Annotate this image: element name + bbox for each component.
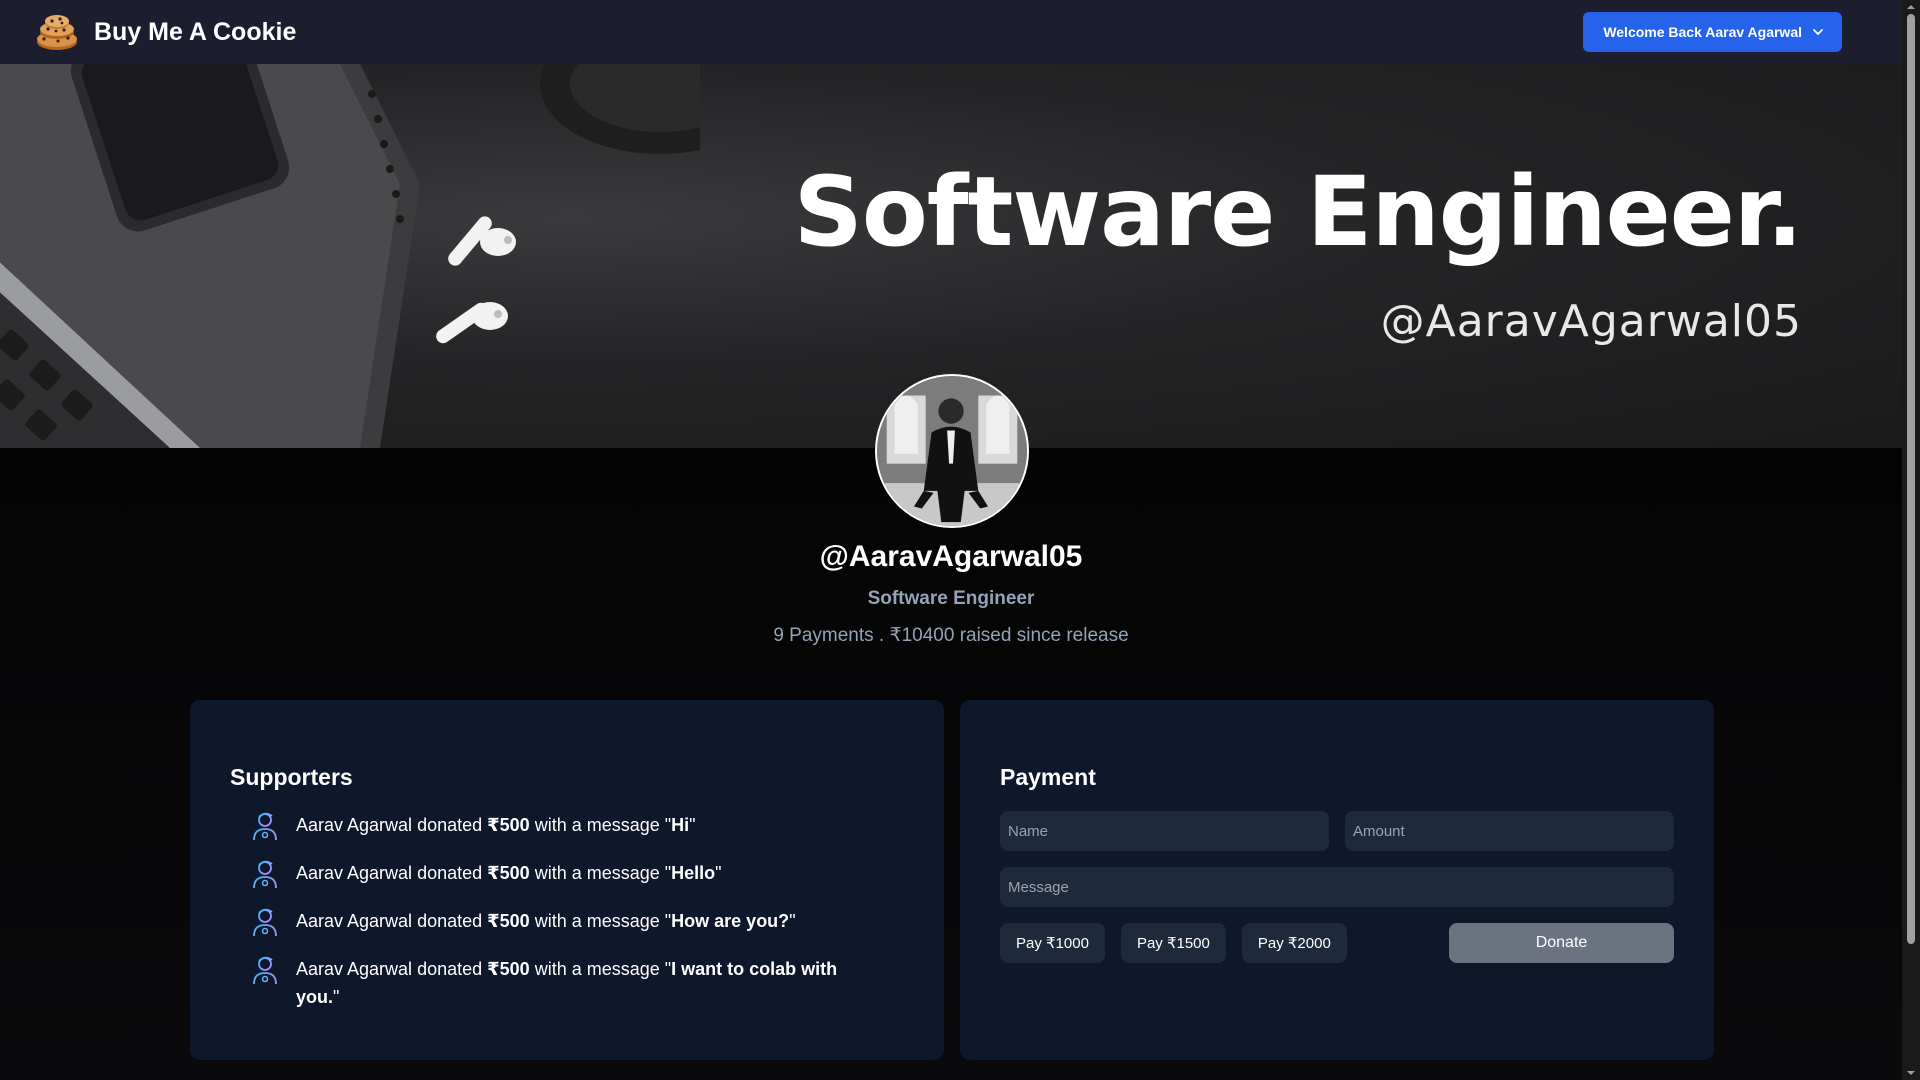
profile-stats: 9 Payments . ₹10400 raised since release bbox=[773, 625, 1129, 646]
pay-1500-button[interactable]: Pay ₹1500 bbox=[1120, 923, 1226, 963]
supporter-message-prefix: with a message " bbox=[529, 911, 672, 931]
supporter-amount: ₹500 bbox=[487, 815, 530, 835]
supporter-message-suffix: " bbox=[689, 815, 696, 835]
cover-handle: @AaravAgarwal05 bbox=[1380, 296, 1802, 347]
brand-name: Buy Me A Cookie bbox=[94, 17, 297, 46]
supporters-title: Supporters bbox=[230, 764, 353, 790]
supporter-avatar-icon bbox=[253, 860, 277, 889]
supporter-message: Hi bbox=[671, 815, 690, 835]
supporter-avatar-icon bbox=[253, 908, 277, 937]
supporter-donated-text: donated bbox=[412, 863, 488, 883]
amount-input[interactable] bbox=[1345, 811, 1674, 851]
supporter-message-suffix: " bbox=[789, 911, 796, 931]
supporter-text: Aarav Agarwal donated ₹500 with a messag… bbox=[296, 907, 796, 935]
user-menu-button[interactable]: Welcome Back Aarav Agarwal bbox=[1583, 12, 1842, 52]
payment-card: Payment Pay ₹1000 Pay ₹1500 Pay ₹2000 Do… bbox=[960, 700, 1714, 1060]
supporters-list: Aarav Agarwal donated ₹500 with a messag… bbox=[230, 811, 904, 1011]
supporter-donated-text: donated bbox=[412, 815, 488, 835]
supporter-amount: ₹500 bbox=[487, 959, 530, 979]
supporter-name: Aarav Agarwal bbox=[296, 863, 413, 883]
pay-2000-button[interactable]: Pay ₹2000 bbox=[1241, 923, 1347, 963]
cookie-icon bbox=[37, 15, 77, 50]
supporter-avatar-icon bbox=[253, 812, 277, 841]
supporter-item: Aarav Agarwal donated ₹500 with a messag… bbox=[248, 859, 904, 891]
profile-role: Software Engineer bbox=[867, 588, 1035, 609]
supporter-message-prefix: with a message " bbox=[529, 863, 672, 883]
supporter-text: Aarav Agarwal donated ₹500 with a messag… bbox=[296, 955, 856, 1011]
payment-row-2 bbox=[1000, 867, 1674, 907]
supporter-avatar-icon bbox=[253, 956, 277, 985]
scrollbar-thumb[interactable] bbox=[1907, 14, 1915, 944]
supporter-item: Aarav Agarwal donated ₹500 with a messag… bbox=[248, 907, 904, 939]
supporter-name: Aarav Agarwal bbox=[296, 911, 413, 931]
supporter-message: Hello bbox=[671, 863, 716, 883]
supporter-amount: ₹500 bbox=[487, 863, 530, 883]
donate-button[interactable]: Donate bbox=[1449, 923, 1674, 963]
cover-desk-illustration bbox=[0, 64, 700, 448]
profile-avatar bbox=[875, 374, 1029, 528]
profile-handle: @AaravAgarwal05 bbox=[819, 540, 1083, 573]
message-input[interactable] bbox=[1000, 867, 1674, 907]
supporter-item: Aarav Agarwal donated ₹500 with a messag… bbox=[248, 955, 904, 1011]
supporter-donated-text: donated bbox=[412, 911, 488, 931]
supporter-text: Aarav Agarwal donated ₹500 with a messag… bbox=[296, 811, 696, 839]
user-menu-label: Welcome Back Aarav Agarwal bbox=[1603, 24, 1802, 40]
supporter-item: Aarav Agarwal donated ₹500 with a messag… bbox=[248, 811, 904, 843]
supporter-text: Aarav Agarwal donated ₹500 with a messag… bbox=[296, 859, 722, 887]
supporter-name: Aarav Agarwal bbox=[296, 815, 413, 835]
supporter-donated-text: donated bbox=[412, 959, 488, 979]
pay-1000-button[interactable]: Pay ₹1000 bbox=[1000, 923, 1105, 963]
supporter-message-prefix: with a message " bbox=[529, 815, 672, 835]
profile-info: @AaravAgarwal05 Software Engineer 9 Paym… bbox=[0, 540, 1902, 647]
scroll-up-arrow-icon[interactable] bbox=[1906, 2, 1916, 12]
supporter-message-prefix: with a message " bbox=[529, 959, 672, 979]
profile-photo bbox=[877, 376, 1027, 526]
supporter-message: How are you? bbox=[671, 911, 790, 931]
page-scrollbar[interactable] bbox=[1902, 0, 1920, 1080]
cover-title: Software Engineer. bbox=[793, 156, 1803, 268]
supporter-message-suffix: " bbox=[333, 987, 340, 1007]
payment-title: Payment bbox=[1000, 764, 1096, 790]
payment-row-1 bbox=[1000, 811, 1674, 851]
name-input[interactable] bbox=[1000, 811, 1329, 851]
chevron-down-icon bbox=[1813, 29, 1823, 35]
supporter-amount: ₹500 bbox=[487, 911, 530, 931]
brand-link[interactable]: Buy Me A Cookie bbox=[34, 12, 296, 52]
scroll-down-arrow-icon[interactable] bbox=[1906, 1068, 1916, 1078]
supporter-name: Aarav Agarwal bbox=[296, 959, 413, 979]
page: Buy Me A Cookie Welcome Back Aarav Agarw… bbox=[0, 0, 1902, 1080]
payment-actions: Pay ₹1000 Pay ₹1500 Pay ₹2000 Donate bbox=[1000, 923, 1674, 963]
navbar: Buy Me A Cookie Welcome Back Aarav Agarw… bbox=[0, 0, 1902, 64]
supporter-message-suffix: " bbox=[715, 863, 722, 883]
supporters-card: Supporters Aarav Agarwal donated ₹500 wi… bbox=[190, 700, 944, 1060]
